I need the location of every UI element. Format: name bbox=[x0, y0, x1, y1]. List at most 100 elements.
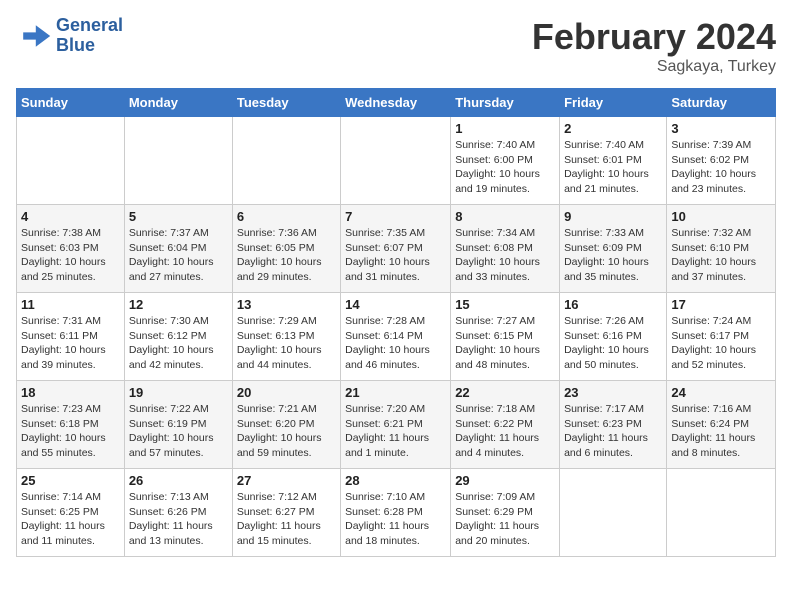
day-info: Sunrise: 7:34 AMSunset: 6:08 PMDaylight:… bbox=[455, 226, 555, 285]
weekday-header-sunday: Sunday bbox=[17, 89, 125, 117]
day-number: 17 bbox=[671, 297, 771, 312]
day-info: Sunrise: 7:27 AMSunset: 6:15 PMDaylight:… bbox=[455, 314, 555, 373]
logo: General Blue bbox=[16, 16, 123, 56]
calendar-cell bbox=[341, 117, 451, 205]
day-info: Sunrise: 7:16 AMSunset: 6:24 PMDaylight:… bbox=[671, 402, 771, 461]
calendar-cell: 29 Sunrise: 7:09 AMSunset: 6:29 PMDayligh… bbox=[451, 469, 560, 557]
day-info: Sunrise: 7:09 AMSunset: 6:29 PMDaylight:… bbox=[455, 490, 555, 549]
day-number: 25 bbox=[21, 473, 120, 488]
day-info: Sunrise: 7:32 AMSunset: 6:10 PMDaylight:… bbox=[671, 226, 771, 285]
title-block: February 2024 Sagkaya, Turkey bbox=[532, 16, 776, 76]
day-info: Sunrise: 7:40 AMSunset: 6:00 PMDaylight:… bbox=[455, 138, 555, 197]
day-info: Sunrise: 7:30 AMSunset: 6:12 PMDaylight:… bbox=[129, 314, 228, 373]
day-info: Sunrise: 7:13 AMSunset: 6:26 PMDaylight:… bbox=[129, 490, 228, 549]
day-info: Sunrise: 7:31 AMSunset: 6:11 PMDaylight:… bbox=[21, 314, 120, 373]
week-row-4: 25 Sunrise: 7:14 AMSunset: 6:25 PMDayligh… bbox=[17, 469, 776, 557]
calendar-cell bbox=[124, 117, 232, 205]
day-number: 4 bbox=[21, 209, 120, 224]
day-number: 13 bbox=[237, 297, 336, 312]
day-info: Sunrise: 7:22 AMSunset: 6:19 PMDaylight:… bbox=[129, 402, 228, 461]
calendar-table: SundayMondayTuesdayWednesdayThursdayFrid… bbox=[16, 88, 776, 557]
day-number: 10 bbox=[671, 209, 771, 224]
weekday-header-thursday: Thursday bbox=[451, 89, 560, 117]
day-number: 27 bbox=[237, 473, 336, 488]
calendar-cell: 16 Sunrise: 7:26 AMSunset: 6:16 PMDayligh… bbox=[560, 293, 667, 381]
day-info: Sunrise: 7:35 AMSunset: 6:07 PMDaylight:… bbox=[345, 226, 446, 285]
calendar-cell bbox=[232, 117, 340, 205]
week-row-0: 1 Sunrise: 7:40 AMSunset: 6:00 PMDaylight… bbox=[17, 117, 776, 205]
day-number: 5 bbox=[129, 209, 228, 224]
day-number: 21 bbox=[345, 385, 446, 400]
calendar-cell: 17 Sunrise: 7:24 AMSunset: 6:17 PMDayligh… bbox=[667, 293, 776, 381]
day-number: 22 bbox=[455, 385, 555, 400]
calendar-title: February 2024 bbox=[532, 16, 776, 58]
calendar-cell: 28 Sunrise: 7:10 AMSunset: 6:28 PMDayligh… bbox=[341, 469, 451, 557]
day-number: 2 bbox=[564, 121, 662, 136]
calendar-cell bbox=[667, 469, 776, 557]
day-info: Sunrise: 7:33 AMSunset: 6:09 PMDaylight:… bbox=[564, 226, 662, 285]
day-number: 14 bbox=[345, 297, 446, 312]
calendar-cell: 25 Sunrise: 7:14 AMSunset: 6:25 PMDayligh… bbox=[17, 469, 125, 557]
day-info: Sunrise: 7:29 AMSunset: 6:13 PMDaylight:… bbox=[237, 314, 336, 373]
calendar-cell: 11 Sunrise: 7:31 AMSunset: 6:11 PMDayligh… bbox=[17, 293, 125, 381]
calendar-cell: 13 Sunrise: 7:29 AMSunset: 6:13 PMDayligh… bbox=[232, 293, 340, 381]
day-number: 19 bbox=[129, 385, 228, 400]
day-number: 11 bbox=[21, 297, 120, 312]
day-number: 12 bbox=[129, 297, 228, 312]
day-number: 26 bbox=[129, 473, 228, 488]
calendar-cell: 1 Sunrise: 7:40 AMSunset: 6:00 PMDaylight… bbox=[451, 117, 560, 205]
calendar-cell: 3 Sunrise: 7:39 AMSunset: 6:02 PMDaylight… bbox=[667, 117, 776, 205]
day-info: Sunrise: 7:40 AMSunset: 6:01 PMDaylight:… bbox=[564, 138, 662, 197]
day-number: 15 bbox=[455, 297, 555, 312]
day-info: Sunrise: 7:10 AMSunset: 6:28 PMDaylight:… bbox=[345, 490, 446, 549]
calendar-cell: 5 Sunrise: 7:37 AMSunset: 6:04 PMDaylight… bbox=[124, 205, 232, 293]
logo-text: General Blue bbox=[56, 16, 123, 56]
day-number: 18 bbox=[21, 385, 120, 400]
day-number: 24 bbox=[671, 385, 771, 400]
day-number: 6 bbox=[237, 209, 336, 224]
day-info: Sunrise: 7:24 AMSunset: 6:17 PMDaylight:… bbox=[671, 314, 771, 373]
calendar-cell: 2 Sunrise: 7:40 AMSunset: 6:01 PMDaylight… bbox=[560, 117, 667, 205]
day-info: Sunrise: 7:17 AMSunset: 6:23 PMDaylight:… bbox=[564, 402, 662, 461]
day-info: Sunrise: 7:14 AMSunset: 6:25 PMDaylight:… bbox=[21, 490, 120, 549]
weekday-header-row: SundayMondayTuesdayWednesdayThursdayFrid… bbox=[17, 89, 776, 117]
calendar-cell: 24 Sunrise: 7:16 AMSunset: 6:24 PMDayligh… bbox=[667, 381, 776, 469]
calendar-cell: 20Sunrise: 7:21 AMSunset: 6:20 PMDayligh… bbox=[232, 381, 340, 469]
day-number: 3 bbox=[671, 121, 771, 136]
week-row-3: 18 Sunrise: 7:23 AMSunset: 6:18 PMDayligh… bbox=[17, 381, 776, 469]
day-number: 9 bbox=[564, 209, 662, 224]
calendar-cell: 21 Sunrise: 7:20 AMSunset: 6:21 PMDayligh… bbox=[341, 381, 451, 469]
day-number: 16 bbox=[564, 297, 662, 312]
day-info: Sunrise: 7:36 AMSunset: 6:05 PMDaylight:… bbox=[237, 226, 336, 285]
calendar-cell: 6 Sunrise: 7:36 AMSunset: 6:05 PMDaylight… bbox=[232, 205, 340, 293]
calendar-cell: 4 Sunrise: 7:38 AMSunset: 6:03 PMDaylight… bbox=[17, 205, 125, 293]
day-info: Sunrise: 7:26 AMSunset: 6:16 PMDaylight:… bbox=[564, 314, 662, 373]
day-info: Sunrise: 7:37 AMSunset: 6:04 PMDaylight:… bbox=[129, 226, 228, 285]
calendar-cell: 15 Sunrise: 7:27 AMSunset: 6:15 PMDayligh… bbox=[451, 293, 560, 381]
day-info: Sunrise: 7:20 AMSunset: 6:21 PMDaylight:… bbox=[345, 402, 446, 461]
day-number: 23 bbox=[564, 385, 662, 400]
day-number: 29 bbox=[455, 473, 555, 488]
day-number: 28 bbox=[345, 473, 446, 488]
calendar-cell: 9 Sunrise: 7:33 AMSunset: 6:09 PMDaylight… bbox=[560, 205, 667, 293]
week-row-1: 4 Sunrise: 7:38 AMSunset: 6:03 PMDaylight… bbox=[17, 205, 776, 293]
weekday-header-monday: Monday bbox=[124, 89, 232, 117]
calendar-cell: 23 Sunrise: 7:17 AMSunset: 6:23 PMDayligh… bbox=[560, 381, 667, 469]
week-row-2: 11 Sunrise: 7:31 AMSunset: 6:11 PMDayligh… bbox=[17, 293, 776, 381]
calendar-cell: 14Sunrise: 7:28 AMSunset: 6:14 PMDayligh… bbox=[341, 293, 451, 381]
calendar-cell: 10 Sunrise: 7:32 AMSunset: 6:10 PMDayligh… bbox=[667, 205, 776, 293]
logo-icon bbox=[16, 18, 52, 54]
day-info: Sunrise: 7:23 AMSunset: 6:18 PMDaylight:… bbox=[21, 402, 120, 461]
calendar-cell: 7 Sunrise: 7:35 AMSunset: 6:07 PMDaylight… bbox=[341, 205, 451, 293]
day-info: Sunrise: 7:21 AMSunset: 6:20 PMDaylight:… bbox=[237, 402, 336, 461]
weekday-header-wednesday: Wednesday bbox=[341, 89, 451, 117]
day-number: 7 bbox=[345, 209, 446, 224]
calendar-cell: 12 Sunrise: 7:30 AMSunset: 6:12 PMDayligh… bbox=[124, 293, 232, 381]
calendar-cell: 27Sunrise: 7:12 AMSunset: 6:27 PMDayligh… bbox=[232, 469, 340, 557]
day-number: 1 bbox=[455, 121, 555, 136]
calendar-cell: 8Sunrise: 7:34 AMSunset: 6:08 PMDaylight… bbox=[451, 205, 560, 293]
calendar-cell: 18 Sunrise: 7:23 AMSunset: 6:18 PMDayligh… bbox=[17, 381, 125, 469]
day-info: Sunrise: 7:38 AMSunset: 6:03 PMDaylight:… bbox=[21, 226, 120, 285]
calendar-cell: 26 Sunrise: 7:13 AMSunset: 6:26 PMDayligh… bbox=[124, 469, 232, 557]
day-info: Sunrise: 7:39 AMSunset: 6:02 PMDaylight:… bbox=[671, 138, 771, 197]
